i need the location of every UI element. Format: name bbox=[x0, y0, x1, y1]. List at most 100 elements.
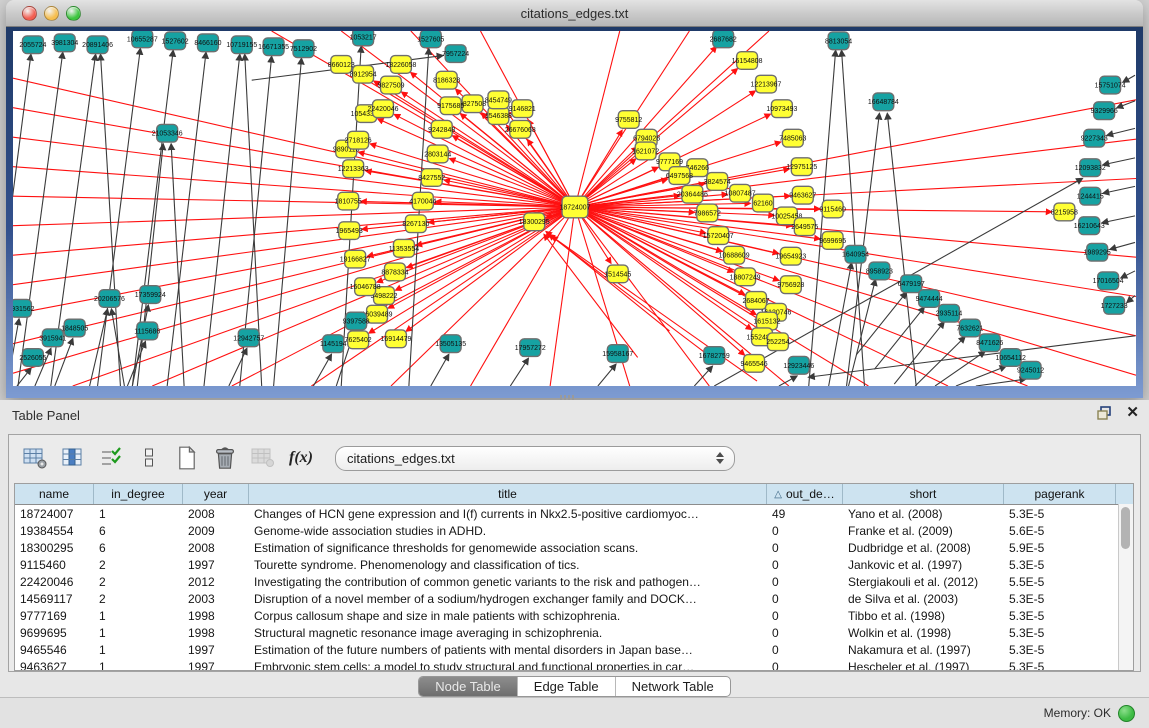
table-cell[interactable]: Hescheler et al. (1997) bbox=[843, 660, 1004, 672]
column-header-short[interactable]: short bbox=[843, 484, 1004, 504]
table-cell[interactable]: 5.3E-5 bbox=[1004, 592, 1116, 606]
graph-edge[interactable] bbox=[544, 235, 638, 358]
table-row[interactable]: 1938455462009Genome-wide association stu… bbox=[15, 522, 1133, 539]
graph-node[interactable]: 9146821 bbox=[509, 100, 536, 118]
table-selector-dropdown[interactable]: citations_edges.txt bbox=[335, 446, 735, 471]
graph-node[interactable]: 8466160 bbox=[194, 34, 221, 52]
graph-node[interactable]: 19166827 bbox=[340, 250, 371, 268]
graph-node[interactable]: 20891406 bbox=[82, 36, 113, 54]
close-panel-icon[interactable]: ✕ bbox=[1126, 406, 1139, 420]
table-cell[interactable]: Estimation of significance thresholds fo… bbox=[249, 541, 767, 555]
table-cell[interactable]: 0 bbox=[767, 626, 843, 640]
graph-node[interactable]: 252254 bbox=[766, 333, 789, 351]
table-row[interactable]: 2242004622012Investigating the contribut… bbox=[15, 573, 1133, 590]
memory-status-indicator-icon[interactable] bbox=[1118, 705, 1135, 722]
table-cell[interactable]: 0 bbox=[767, 575, 843, 589]
graph-node[interactable]: 16154808 bbox=[732, 52, 763, 70]
table-cell[interactable]: Estimation of the future numbers of pati… bbox=[249, 643, 767, 657]
graph-edge[interactable] bbox=[1102, 216, 1135, 223]
table-cell[interactable]: 2 bbox=[94, 592, 183, 606]
graph-edge[interactable] bbox=[887, 114, 916, 386]
graph-node[interactable]: 16648784 bbox=[868, 93, 899, 111]
table-cell[interactable]: 2012 bbox=[183, 575, 249, 589]
table-cell[interactable]: 1997 bbox=[183, 643, 249, 657]
graph-node[interactable]: 2526055 bbox=[19, 349, 46, 367]
graph-node[interactable]: 6497568 bbox=[666, 167, 693, 185]
graph-node[interactable]: 9463627 bbox=[789, 186, 816, 204]
graph-node[interactable]: 9242848 bbox=[428, 120, 455, 138]
graph-edge[interactable] bbox=[550, 207, 575, 386]
tab-node-table[interactable]: Node Table bbox=[419, 677, 517, 696]
graph-node[interactable]: 1053217 bbox=[350, 31, 377, 46]
graph-node[interactable]: 7632621 bbox=[956, 319, 983, 337]
table-cell[interactable]: 0 bbox=[767, 660, 843, 672]
graph-edge[interactable] bbox=[152, 207, 575, 386]
graph-node[interactable]: 1965493 bbox=[336, 222, 363, 240]
table-cell[interactable]: Jankovic et al. (1997) bbox=[843, 558, 1004, 572]
graph-edge[interactable] bbox=[13, 319, 19, 386]
table-cell[interactable]: Dudbridge et al. (2008) bbox=[843, 541, 1004, 555]
table-cell[interactable]: 0 bbox=[767, 541, 843, 555]
select-all-check-icon[interactable] bbox=[95, 442, 127, 474]
graph-node[interactable]: 7957224 bbox=[442, 45, 469, 63]
graph-edge[interactable] bbox=[809, 336, 1135, 377]
new-document-icon[interactable] bbox=[171, 442, 203, 474]
table-cell[interactable]: 1998 bbox=[183, 626, 249, 640]
graph-node[interactable]: 1931562 bbox=[13, 299, 35, 317]
graph-edge[interactable] bbox=[598, 364, 616, 386]
graph-node[interactable]: 18807249 bbox=[730, 268, 761, 286]
column-header-year[interactable]: year bbox=[183, 484, 249, 504]
network-canvas[interactable]: 1872400718300295866012389129541822605898… bbox=[13, 31, 1136, 386]
graph-node[interactable]: 9245012 bbox=[1017, 361, 1044, 379]
graph-node[interactable]: 12213363 bbox=[338, 160, 369, 178]
graph-node[interactable]: 3981304 bbox=[51, 34, 78, 52]
table-cell[interactable]: Wolkin et al. (1998) bbox=[843, 626, 1004, 640]
graph-node[interactable]: 9115460 bbox=[819, 200, 846, 218]
table-cell[interactable]: 18724007 bbox=[15, 507, 94, 521]
table-cell[interactable]: Stergiakouli et al. (2012) bbox=[843, 575, 1004, 589]
graph-edge[interactable] bbox=[829, 263, 852, 386]
table-cell[interactable]: Investigating the contribution of common… bbox=[249, 575, 767, 589]
graph-edge[interactable] bbox=[111, 309, 124, 386]
graph-node[interactable]: 10719155 bbox=[226, 36, 257, 54]
graph-edge[interactable] bbox=[431, 355, 449, 386]
graph-edge[interactable] bbox=[575, 47, 716, 207]
graph-node[interactable]: 8878334 bbox=[381, 263, 408, 281]
graph-node[interactable]: 18724007 bbox=[560, 196, 591, 218]
graph-edge[interactable] bbox=[1103, 158, 1135, 165]
graph-node[interactable]: 12093832 bbox=[1075, 159, 1106, 177]
graph-node[interactable]: 1621072 bbox=[632, 142, 659, 160]
graph-edge[interactable] bbox=[1127, 296, 1135, 303]
graph-edge[interactable] bbox=[1123, 75, 1135, 82]
graph-node[interactable]: 18226058 bbox=[385, 56, 416, 74]
table-cell[interactable]: 9699695 bbox=[15, 626, 94, 640]
graph-node[interactable]: 16782759 bbox=[699, 347, 730, 365]
graph-node[interactable]: 17016504 bbox=[1093, 272, 1124, 290]
table-row[interactable]: 1830029562008Estimation of significance … bbox=[15, 539, 1133, 556]
graph-node[interactable]: 15958167 bbox=[602, 345, 633, 363]
graph-node[interactable]: 1244415 bbox=[1077, 187, 1104, 205]
graph-edge[interactable] bbox=[137, 144, 163, 386]
graph-node[interactable]: 8186328 bbox=[433, 71, 460, 89]
graph-edge[interactable] bbox=[1107, 128, 1135, 135]
table-cell[interactable]: Nakamura et al. (1997) bbox=[843, 643, 1004, 657]
graph-edge[interactable] bbox=[575, 207, 1051, 212]
graph-edge[interactable] bbox=[378, 119, 575, 207]
table-cell[interactable]: 0 bbox=[767, 558, 843, 572]
table-cell[interactable]: 6 bbox=[94, 541, 183, 555]
table-row[interactable]: 1456911722003Disruption of a novel membe… bbox=[15, 590, 1133, 607]
graph-edge[interactable] bbox=[13, 207, 575, 255]
close-button[interactable] bbox=[22, 6, 37, 21]
graph-node[interactable]: 10807487 bbox=[725, 184, 756, 202]
graph-node[interactable]: 16914479 bbox=[380, 330, 411, 348]
graph-edge[interactable] bbox=[935, 352, 985, 386]
graph-edge[interactable] bbox=[1110, 242, 1135, 249]
graph-node[interactable]: 7512902 bbox=[290, 40, 317, 58]
graph-node[interactable]: 62160 bbox=[753, 194, 774, 212]
graph-node[interactable]: 1810755 bbox=[335, 192, 362, 210]
graph-edge[interactable] bbox=[510, 358, 528, 386]
network-window[interactable]: citations_edges.txt 18724007183002958660… bbox=[6, 0, 1143, 398]
table-cell[interactable]: 5.3E-5 bbox=[1004, 626, 1116, 640]
table-cell[interactable]: 2003 bbox=[183, 592, 249, 606]
tab-network-table[interactable]: Network Table bbox=[615, 677, 730, 696]
